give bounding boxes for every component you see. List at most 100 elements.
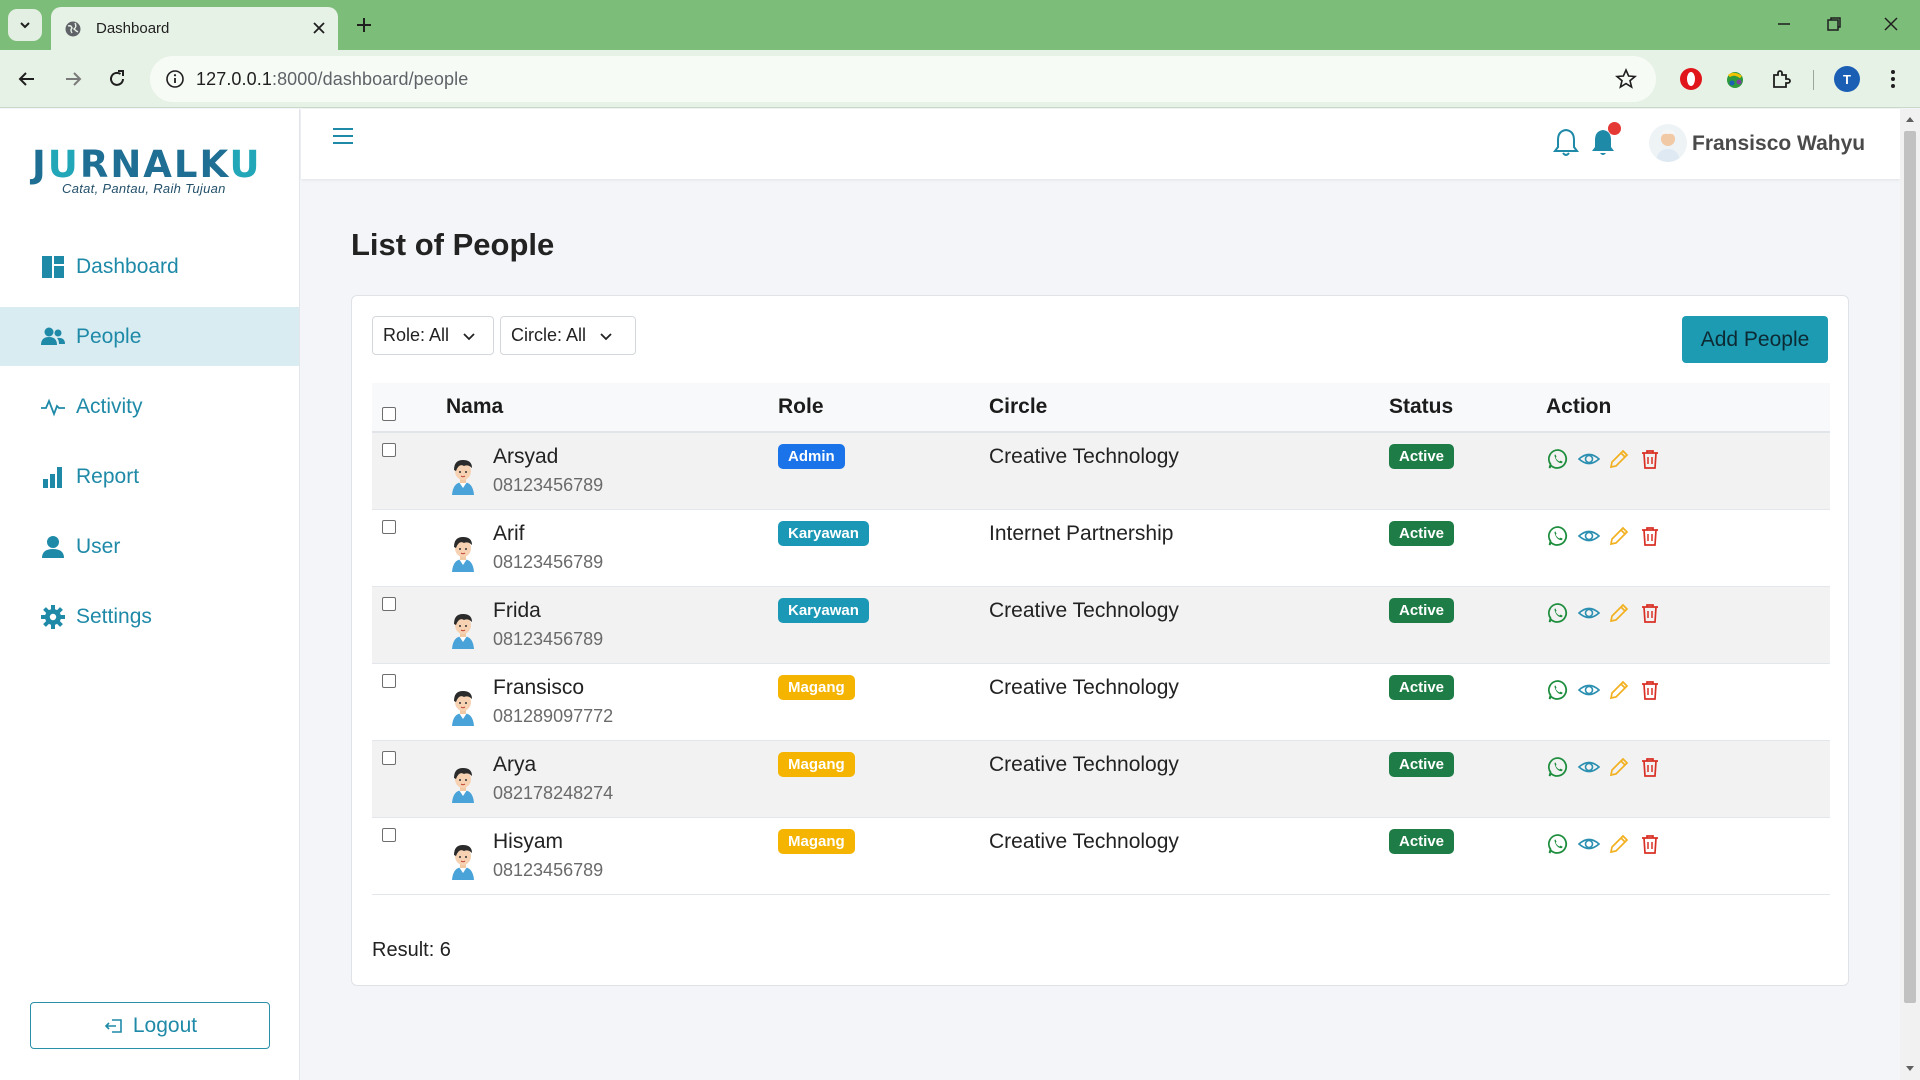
avatar[interactable] xyxy=(1649,124,1687,162)
role-badge: Magang xyxy=(778,675,855,700)
restore-icon[interactable] xyxy=(1822,12,1846,36)
back-arrow-icon[interactable] xyxy=(14,66,40,92)
column-header-status[interactable]: Status xyxy=(1389,395,1453,419)
sidebar-item-report[interactable]: Report xyxy=(0,447,299,506)
bell-outline-icon[interactable] xyxy=(1551,126,1581,158)
row-checkbox[interactable] xyxy=(382,443,396,457)
table-header: Nama Role Circle Status Action xyxy=(372,383,1830,433)
column-header-action: Action xyxy=(1546,395,1612,418)
forward-arrow-icon[interactable] xyxy=(60,66,86,92)
bookmark-star-icon[interactable] xyxy=(1614,67,1638,91)
status-badge: Active xyxy=(1389,675,1455,700)
reload-icon[interactable] xyxy=(104,66,130,92)
edit-pencil-icon[interactable] xyxy=(1607,447,1631,471)
person-phone: 082178248274 xyxy=(493,783,614,803)
delete-trash-icon[interactable] xyxy=(1638,447,1662,471)
person-avatar xyxy=(446,684,480,726)
whatsapp-icon[interactable] xyxy=(1546,678,1570,702)
sidebar-item-settings[interactable]: Settings xyxy=(0,587,299,646)
vertical-scrollbar[interactable] xyxy=(1900,109,1920,1080)
column-header-circle[interactable]: Circle xyxy=(989,395,1047,419)
tab-search-button[interactable] xyxy=(8,9,42,41)
site-info-icon[interactable] xyxy=(164,68,186,90)
view-eye-icon[interactable] xyxy=(1577,832,1601,856)
minimize-icon[interactable] xyxy=(1772,12,1796,36)
row-checkbox[interactable] xyxy=(382,751,396,765)
scrollbar-thumb[interactable] xyxy=(1904,131,1916,1003)
row-checkbox[interactable] xyxy=(382,597,396,611)
delete-trash-icon[interactable] xyxy=(1638,678,1662,702)
chevron-down-icon xyxy=(20,22,30,29)
delete-trash-icon[interactable] xyxy=(1638,755,1662,779)
table-row: Arya 082178248274 Magang Creative Technolog… xyxy=(372,741,1830,818)
logout-label: Logout xyxy=(132,1013,198,1037)
more-vertical-icon[interactable] xyxy=(1880,66,1906,92)
edit-pencil-icon[interactable] xyxy=(1607,755,1631,779)
person-avatar xyxy=(446,761,480,803)
browser-tab[interactable]: Dashboard xyxy=(51,7,338,50)
role-badge: Admin xyxy=(778,444,845,469)
column-header-role[interactable]: Role xyxy=(778,395,824,419)
status-badge: Active xyxy=(1389,598,1455,623)
view-eye-icon[interactable] xyxy=(1577,524,1601,548)
whatsapp-icon[interactable] xyxy=(1546,524,1570,548)
scroll-up-icon[interactable] xyxy=(1904,114,1916,124)
delete-trash-icon[interactable] xyxy=(1638,524,1662,548)
view-eye-icon[interactable] xyxy=(1577,755,1601,779)
row-checkbox[interactable] xyxy=(382,828,396,842)
extensions-puzzle-icon[interactable] xyxy=(1768,66,1794,92)
address-bar[interactable]: 127.0.0.1:8000/dashboard/people xyxy=(150,56,1656,102)
app-logo[interactable]: JURNALKU Catat, Pantau, Raih Tujuan xyxy=(32,145,268,197)
whatsapp-icon[interactable] xyxy=(1546,601,1570,625)
globe-extension-icon[interactable] xyxy=(1722,66,1748,92)
whatsapp-icon[interactable] xyxy=(1546,755,1570,779)
logout-button[interactable]: Logout xyxy=(30,1002,270,1049)
scroll-down-icon[interactable] xyxy=(1904,1064,1916,1074)
person-circle: Creative Technology xyxy=(989,599,1179,622)
edit-pencil-icon[interactable] xyxy=(1607,832,1631,856)
person-phone: 08123456789 xyxy=(493,552,604,572)
select-all-checkbox[interactable] xyxy=(382,407,396,421)
edit-pencil-icon[interactable] xyxy=(1607,524,1631,548)
edit-pencil-icon[interactable] xyxy=(1607,601,1631,625)
column-header-nama[interactable]: Nama xyxy=(446,395,503,419)
row-checkbox[interactable] xyxy=(382,674,396,688)
people-card: Role: All Circle: All Add People Nama Ro… xyxy=(351,295,1849,986)
browser-toolbar: 127.0.0.1:8000/dashboard/people T xyxy=(0,50,1920,108)
window-close-icon[interactable] xyxy=(1879,12,1903,36)
chevron-down-icon xyxy=(463,332,475,340)
hamburger-menu-icon[interactable] xyxy=(330,123,356,149)
row-checkbox[interactable] xyxy=(382,520,396,534)
sidebar-item-user[interactable]: User xyxy=(0,517,299,576)
table-row: Fransisco 081289097772 Magang Creative Tech… xyxy=(372,664,1830,741)
add-people-button[interactable]: Add People xyxy=(1682,316,1828,363)
delete-trash-icon[interactable] xyxy=(1638,832,1662,856)
profile-avatar[interactable]: T xyxy=(1834,66,1860,92)
user-name[interactable]: Fransisco Wahyu xyxy=(1692,132,1865,156)
view-eye-icon[interactable] xyxy=(1577,447,1601,471)
gear-icon xyxy=(40,604,66,630)
sidebar-item-people[interactable]: People xyxy=(0,307,299,366)
whatsapp-icon[interactable] xyxy=(1546,447,1570,471)
sidebar-item-dashboard[interactable]: Dashboard xyxy=(0,237,299,296)
close-icon[interactable] xyxy=(310,19,328,37)
circle-filter-dropdown[interactable]: Circle: All xyxy=(500,316,636,355)
role-badge: Magang xyxy=(778,752,855,777)
role-filter-label: Role: All xyxy=(383,325,450,345)
sidebar: JURNALKU Catat, Pantau, Raih Tujuan Dash… xyxy=(0,109,300,1080)
delete-trash-icon[interactable] xyxy=(1638,601,1662,625)
sidebar-item-activity[interactable]: Activity xyxy=(0,377,299,436)
edit-pencil-icon[interactable] xyxy=(1607,678,1631,702)
view-eye-icon[interactable] xyxy=(1577,601,1601,625)
person-circle: Creative Technology xyxy=(989,676,1179,699)
person-circle: Creative Technology xyxy=(989,830,1179,853)
new-tab-plus-icon[interactable] xyxy=(352,13,376,37)
role-filter-dropdown[interactable]: Role: All xyxy=(372,316,494,355)
person-name: Arya xyxy=(493,753,537,776)
view-eye-icon[interactable] xyxy=(1577,678,1601,702)
person-name: Fransisco xyxy=(493,676,585,699)
whatsapp-icon[interactable] xyxy=(1546,832,1570,856)
people-icon xyxy=(40,324,66,350)
opera-extension-icon[interactable] xyxy=(1678,66,1704,92)
sidebar-item-label: Settings xyxy=(76,604,152,628)
